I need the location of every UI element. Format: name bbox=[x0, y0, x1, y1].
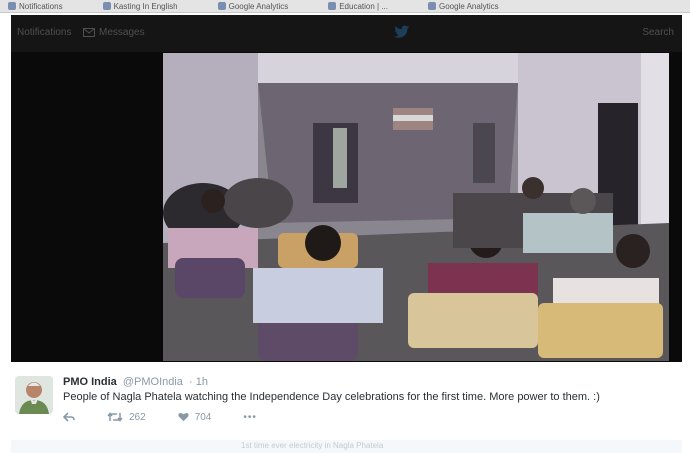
nav-messages[interactable]: Messages bbox=[83, 27, 145, 38]
reply-button[interactable] bbox=[63, 412, 75, 422]
more-button[interactable]: ••• bbox=[243, 412, 257, 423]
bookmark-item[interactable]: Kasting In English bbox=[102, 1, 178, 11]
like-count: 704 bbox=[194, 411, 212, 423]
tweet-photo[interactable] bbox=[163, 53, 669, 361]
tweet-header: PMO India @PMOIndia · 1h bbox=[63, 376, 208, 388]
bookmark-label: Kasting In English bbox=[113, 1, 178, 11]
heart-icon bbox=[178, 412, 189, 422]
avatar[interactable] bbox=[15, 376, 53, 414]
bookmark-favicon-icon bbox=[102, 2, 111, 10]
bookmark-favicon-icon bbox=[217, 2, 226, 10]
bottom-strip: 1st time ever electricity in Nagla Phate… bbox=[11, 440, 682, 453]
twitter-bird-icon[interactable] bbox=[394, 25, 410, 39]
nav-messages-label: Messages bbox=[99, 27, 145, 38]
like-button[interactable]: 704 bbox=[178, 411, 212, 423]
nav-notifications[interactable]: Notifications bbox=[17, 27, 71, 38]
more-icon: ••• bbox=[243, 411, 257, 423]
tweet-photo-image bbox=[163, 53, 669, 361]
retweet-icon bbox=[107, 412, 123, 422]
retweet-button[interactable]: 262 bbox=[107, 412, 146, 423]
reply-icon bbox=[63, 412, 75, 422]
bookmark-label: Google Analytics bbox=[439, 1, 499, 11]
avatar-image bbox=[15, 376, 53, 414]
bookmark-favicon-icon bbox=[8, 2, 16, 10]
bookmark-item[interactable]: Education | ... bbox=[328, 2, 388, 11]
nav-notifications-label: Notifications bbox=[17, 27, 72, 38]
nav-search-label: Search bbox=[642, 27, 674, 38]
tweet-author-name[interactable]: PMO India bbox=[63, 376, 117, 388]
bookmark-label: Education | ... bbox=[339, 1, 388, 11]
tweet: PMO India @PMOIndia · 1h People of Nagla… bbox=[11, 362, 682, 441]
bookmark-label: Notifications bbox=[19, 1, 63, 11]
twitter-nav: Notifications Messages Search bbox=[11, 15, 682, 52]
bookmark-item[interactable]: Notifications bbox=[8, 2, 63, 11]
tweet-author-handle[interactable]: @PMOIndia bbox=[123, 376, 183, 388]
tweet-timestamp[interactable]: · 1h bbox=[189, 376, 208, 388]
nav-search[interactable]: Search bbox=[642, 27, 674, 38]
bookmark-label: Google Analytics bbox=[228, 1, 289, 11]
tweet-text: People of Nagla Phatela watching the Ind… bbox=[63, 391, 600, 403]
bookmark-item[interactable]: Google Analytics bbox=[217, 1, 289, 11]
bookmarks-bar: Notifications Kasting In English Google … bbox=[0, 0, 690, 13]
faded-next-text: 1st time ever electricity in Nagla Phate… bbox=[241, 441, 384, 450]
retweet-count: 262 bbox=[129, 411, 146, 423]
envelope-icon bbox=[83, 28, 95, 37]
bookmark-favicon-icon bbox=[328, 2, 337, 10]
tweet-actions: 262 704 ••• bbox=[63, 410, 289, 424]
bookmark-item[interactable]: Google Analytics bbox=[428, 2, 499, 11]
bookmark-favicon-icon bbox=[428, 2, 436, 10]
